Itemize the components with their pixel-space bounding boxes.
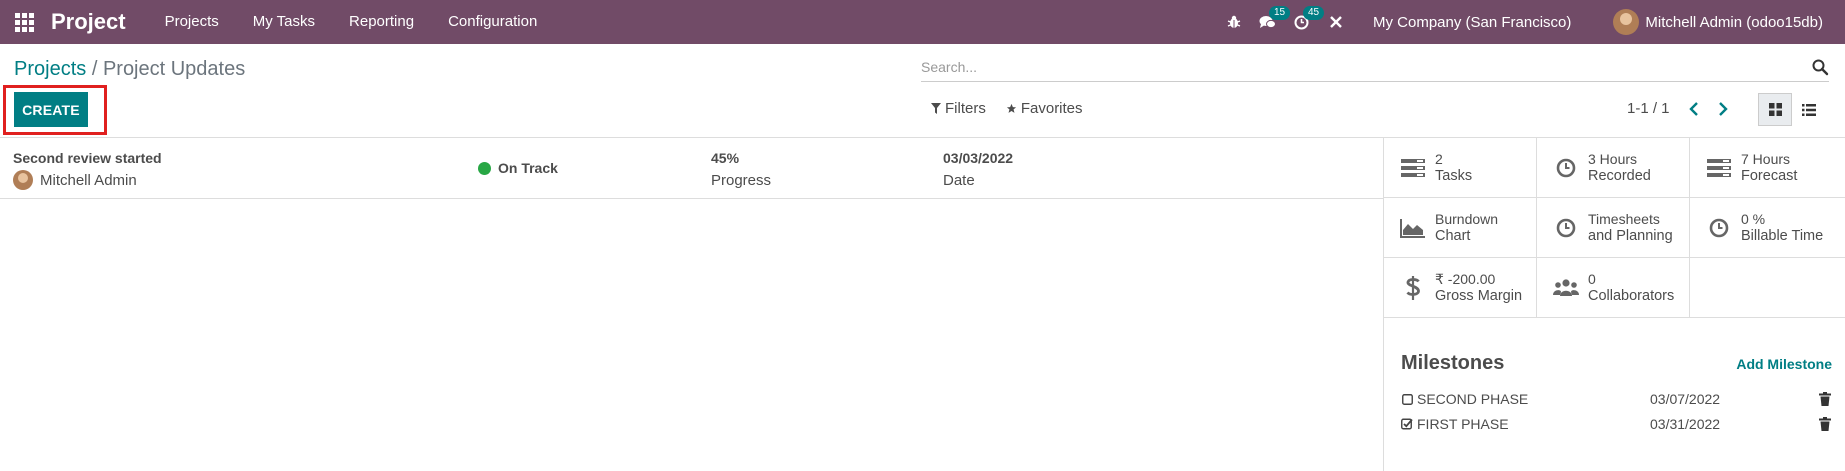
milestone-row: SECOND PHASE 03/07/2022 xyxy=(1401,389,1833,409)
checked-box-icon[interactable] xyxy=(1401,418,1413,430)
clock-icon xyxy=(1706,215,1732,241)
stat-value: ₹ -200.00 xyxy=(1435,270,1496,287)
stat-burndown[interactable]: Burndown Chart xyxy=(1384,198,1537,258)
company-switcher[interactable]: My Company (San Francisco) xyxy=(1373,14,1571,31)
search-bar xyxy=(921,54,1829,82)
date-label: Date xyxy=(943,172,975,189)
stat-label: Recorded xyxy=(1588,167,1651,184)
clock-icon xyxy=(1553,215,1579,241)
stat-label: Gross Margin xyxy=(1435,287,1523,304)
stat-empty-cell xyxy=(1690,258,1845,318)
author-name: Mitchell Admin xyxy=(40,171,137,189)
page-title: Project Updates xyxy=(102,58,246,80)
create-button[interactable]: CREATE xyxy=(14,92,88,127)
date-field: 03/03/2022 Date xyxy=(943,150,1013,189)
milestone-name[interactable]: SECOND PHASE xyxy=(1417,391,1528,407)
stat-label: and Planning xyxy=(1588,227,1673,244)
stat-value: Burndown xyxy=(1435,210,1499,227)
tasks-icon xyxy=(1400,155,1426,181)
milestones-heading: Milestones xyxy=(1401,352,1505,374)
stat-recorded[interactable]: 3 Hours Recorded xyxy=(1537,138,1690,198)
status-dot-icon xyxy=(478,161,491,175)
kanban-view-icon[interactable] xyxy=(1758,93,1792,126)
clock-icon xyxy=(1553,155,1579,181)
pager-value[interactable]: 1-1 / 1 xyxy=(1627,100,1670,117)
stat-value: 3 Hours xyxy=(1588,150,1638,167)
dollar-icon xyxy=(1400,275,1426,301)
apps-menu-icon[interactable] xyxy=(13,11,35,33)
search-options: Filters Favorites xyxy=(931,100,1083,117)
stat-value: 2 xyxy=(1435,150,1443,167)
date-value: 03/03/2022 xyxy=(943,150,1014,166)
area-chart-icon xyxy=(1400,215,1426,241)
tasks-icon xyxy=(1706,155,1732,181)
stat-label: Billable Time xyxy=(1741,227,1824,244)
breadcrumb-separator: / xyxy=(91,58,98,80)
tools-icon[interactable] xyxy=(1319,0,1353,44)
user-name: Mitchell Admin (odoo15db) xyxy=(1645,13,1823,31)
menu-configuration[interactable]: Configuration xyxy=(431,0,554,44)
project-overview-panel: 2 Tasks 3 Hours Recorded 7 Hours Forecast B… xyxy=(1383,138,1845,471)
stat-label: Chart xyxy=(1435,227,1471,244)
pager-next-icon[interactable] xyxy=(1714,100,1732,118)
stat-forecast[interactable]: 7 Hours Forecast xyxy=(1690,138,1845,198)
stat-label: Collaborators xyxy=(1588,287,1675,304)
stat-gross-margin[interactable]: ₹ -200.00 Gross Margin xyxy=(1384,258,1537,318)
trash-icon[interactable] xyxy=(1819,392,1831,406)
breadcrumb-projects-link[interactable]: Projects xyxy=(14,58,86,80)
top-navbar: Project Projects My Tasks Reporting Conf… xyxy=(0,0,1845,44)
breadcrumb: Projects / Project Updates xyxy=(14,58,245,81)
stat-label: Forecast xyxy=(1741,167,1798,184)
update-author: Mitchell Admin xyxy=(13,170,137,190)
add-milestone-link[interactable]: Add Milestone xyxy=(1736,356,1832,372)
stat-value: 0 xyxy=(1588,270,1596,287)
activity-clock-icon[interactable]: 45 xyxy=(1285,0,1325,44)
stat-value: Timesheets xyxy=(1588,210,1660,227)
stats-grid: 2 Tasks 3 Hours Recorded 7 Hours Forecast B… xyxy=(1384,138,1845,318)
milestone-date: 03/31/2022 xyxy=(1650,416,1721,432)
stat-label: Tasks xyxy=(1435,167,1473,184)
author-avatar xyxy=(13,170,33,190)
pager-previous-icon[interactable] xyxy=(1685,100,1703,118)
project-update-row[interactable]: Second review started Mitchell Admin On … xyxy=(0,138,1383,199)
user-avatar xyxy=(1613,9,1640,35)
app-brand[interactable]: Project xyxy=(51,9,126,35)
navbar-systray: 15 45 My Company (San Francisco) Mitchel… xyxy=(1217,0,1845,44)
favorites-button[interactable]: Favorites xyxy=(1006,100,1083,117)
stat-value: 0 % xyxy=(1741,210,1766,227)
stat-collaborators[interactable]: 0 Collaborators xyxy=(1537,258,1690,318)
filters-button[interactable]: Filters xyxy=(931,100,986,117)
users-icon xyxy=(1553,275,1579,301)
update-status: On Track xyxy=(478,160,558,176)
user-menu[interactable]: Mitchell Admin (odoo15db) xyxy=(1613,9,1823,35)
search-icon[interactable] xyxy=(1811,58,1829,76)
filter-icon xyxy=(931,103,941,114)
search-input[interactable] xyxy=(921,54,1791,80)
stat-billable-time[interactable]: 0 % Billable Time xyxy=(1690,198,1845,258)
menu-projects[interactable]: Projects xyxy=(148,0,236,44)
stat-timesheets[interactable]: Timesheets and Planning xyxy=(1537,198,1690,258)
trash-icon[interactable] xyxy=(1819,417,1831,431)
menu-reporting[interactable]: Reporting xyxy=(332,0,431,44)
debug-bug-icon[interactable] xyxy=(1217,0,1251,44)
chat-icon[interactable]: 15 xyxy=(1251,0,1291,44)
progress-label: Progress xyxy=(711,172,772,189)
list-view-icon[interactable] xyxy=(1792,93,1826,126)
filters-label: Filters xyxy=(945,100,986,117)
unchecked-box-icon[interactable] xyxy=(1401,393,1413,405)
favorites-label: Favorites xyxy=(1020,100,1083,117)
stat-tasks[interactable]: 2 Tasks xyxy=(1384,138,1537,198)
progress-value: 45% xyxy=(711,150,740,166)
milestone-row: FIRST PHASE 03/31/2022 xyxy=(1401,414,1833,434)
milestone-date: 03/07/2022 xyxy=(1650,391,1721,407)
progress-field: 45% Progress xyxy=(711,150,771,189)
stat-value: 7 Hours xyxy=(1741,150,1791,167)
star-icon xyxy=(1006,103,1016,113)
update-title: Second review started xyxy=(13,150,162,166)
milestone-name[interactable]: FIRST PHASE xyxy=(1417,416,1509,432)
status-label: On Track xyxy=(498,160,558,176)
menu-my-tasks[interactable]: My Tasks xyxy=(236,0,332,44)
